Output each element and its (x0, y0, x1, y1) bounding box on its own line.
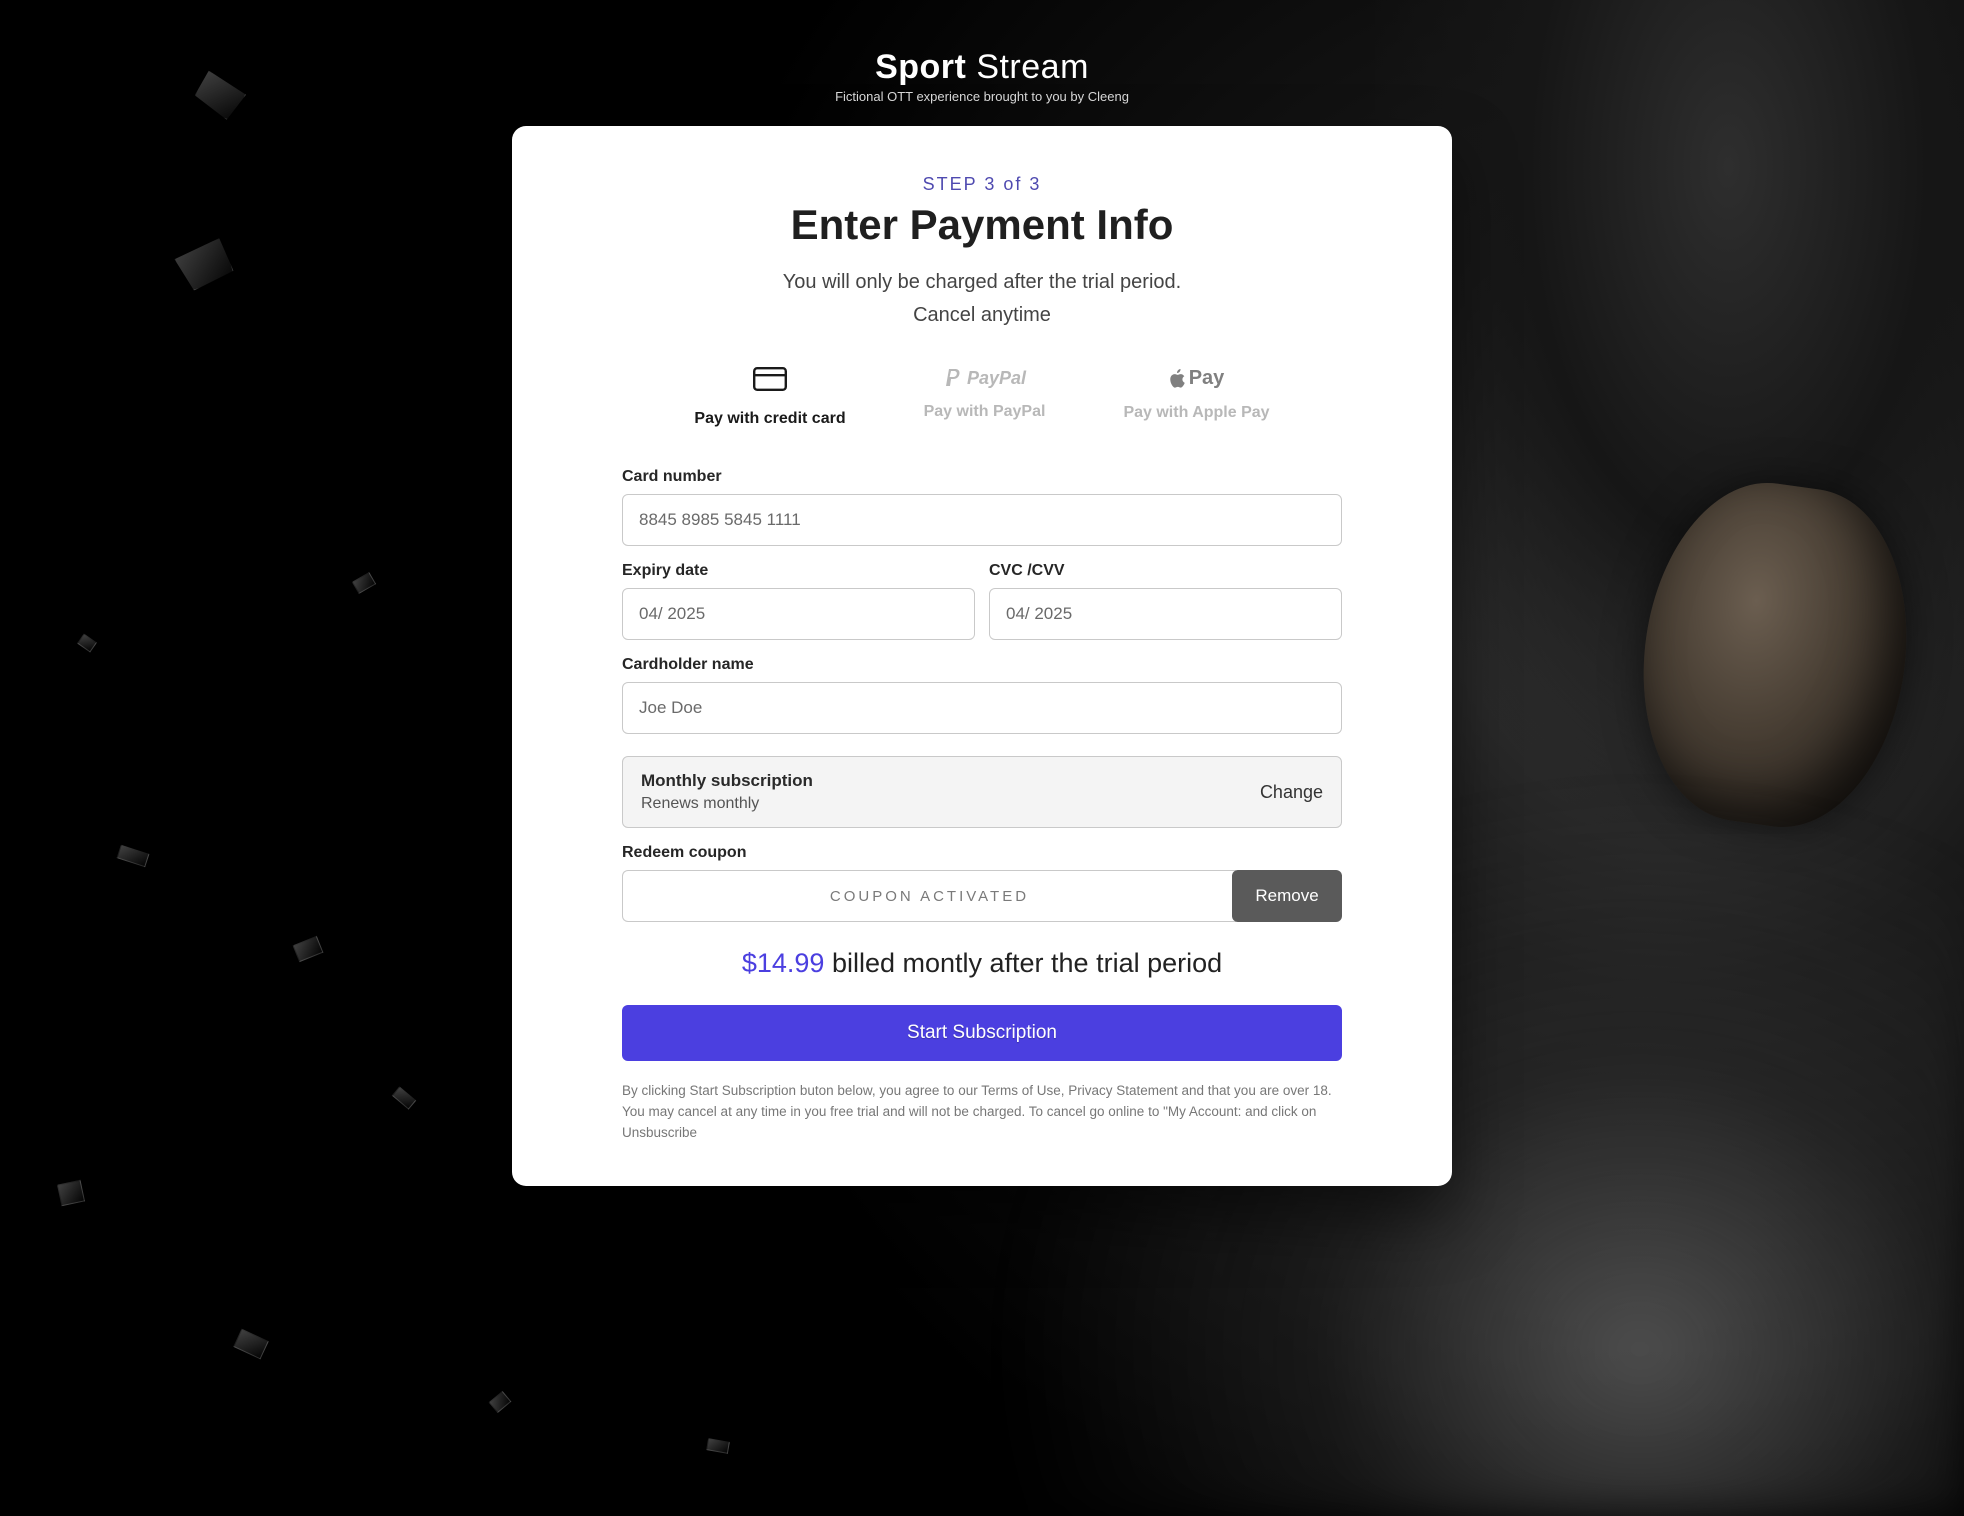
plan-summary-box: Monthly subscription Renews monthly Chan… (622, 756, 1342, 828)
cvc-input[interactable] (989, 588, 1342, 640)
remove-coupon-button[interactable]: Remove (1232, 870, 1342, 922)
payment-form: Card number Expiry date CVC /CVV Cardhol… (608, 468, 1356, 1144)
change-plan-link[interactable]: Change (1260, 782, 1323, 803)
subtitle-line-1: You will only be charged after the trial… (608, 271, 1356, 294)
paypal-icon: PayPal (943, 367, 1026, 389)
card-number-input[interactable] (622, 494, 1342, 546)
expiry-label: Expiry date (622, 562, 975, 580)
coupon-label: Redeem coupon (622, 844, 1342, 862)
cardholder-label: Cardholder name (622, 656, 1342, 674)
price-suffix: billed montly after the trial period (824, 948, 1222, 978)
apple-pay-icon: Pay (1169, 367, 1225, 390)
method-apple-pay[interactable]: Pay Pay with Apple Pay (1123, 367, 1269, 428)
method-paypal[interactable]: PayPal Pay with PayPal (924, 367, 1046, 428)
paypal-brand-text: PayPal (967, 368, 1026, 389)
plan-name: Monthly subscription (641, 771, 813, 791)
payment-card: STEP 3 of 3 Enter Payment Info You will … (512, 126, 1452, 1186)
method-credit-card-label: Pay with credit card (694, 410, 845, 428)
price-amount: $14.99 (742, 948, 825, 978)
page-title: Enter Payment Info (608, 201, 1356, 249)
coupon-input[interactable] (622, 870, 1236, 922)
subtitle-line-2: Cancel anytime (608, 304, 1356, 327)
method-paypal-label: Pay with PayPal (924, 403, 1046, 421)
method-apple-pay-label: Pay with Apple Pay (1123, 404, 1269, 422)
step-indicator: STEP 3 of 3 (608, 174, 1356, 195)
brand-name-light: Stream (976, 48, 1089, 86)
card-number-label: Card number (622, 468, 1342, 486)
cvc-label: CVC /CVV (989, 562, 1342, 580)
legal-text: By clicking Start Subscription buton bel… (622, 1081, 1342, 1144)
start-subscription-button[interactable]: Start Subscription (622, 1005, 1342, 1061)
brand-tagline: Fictional OTT experience brought to you … (835, 89, 1129, 104)
price-line: $14.99 billed montly after the trial per… (622, 948, 1342, 979)
plan-renews: Renews monthly (641, 795, 813, 813)
credit-card-icon (753, 367, 787, 396)
method-credit-card[interactable]: Pay with credit card (694, 367, 845, 428)
payment-methods: Pay with credit card PayPal Pay with Pay… (608, 367, 1356, 428)
apple-pay-brand-text: Pay (1189, 367, 1225, 390)
expiry-input[interactable] (622, 588, 975, 640)
cardholder-input[interactable] (622, 682, 1342, 734)
brand-name-bold: Sport (875, 48, 966, 86)
brand-logo: Sport Stream Fictional OTT experience br… (835, 48, 1129, 104)
